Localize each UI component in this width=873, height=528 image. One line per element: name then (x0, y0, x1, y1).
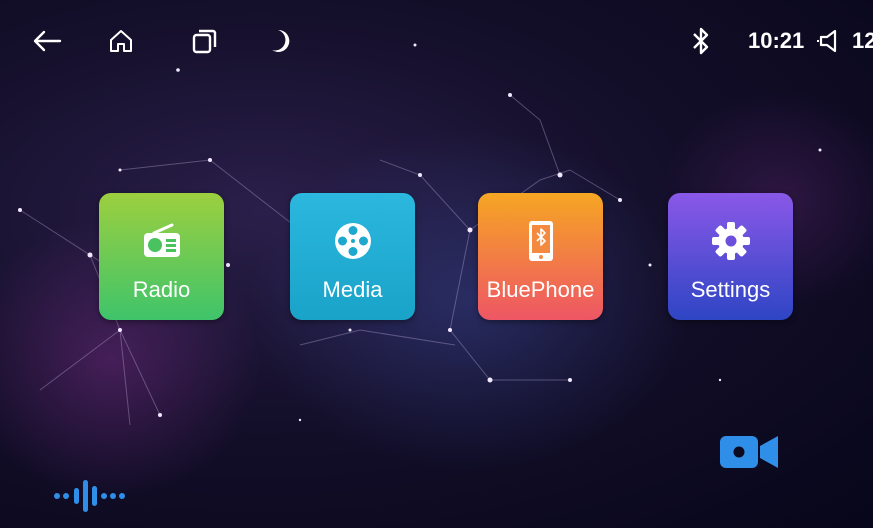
bluetooth-phone-icon (519, 219, 563, 263)
camera-icon[interactable] (718, 430, 782, 474)
volume-icon[interactable] (814, 24, 848, 58)
back-arrow-icon[interactable] (30, 24, 64, 58)
bluetooth-icon (684, 24, 718, 58)
night-mode-icon[interactable] (264, 24, 298, 58)
app-label-media: Media (322, 277, 383, 302)
voice-assistant-icon[interactable] (52, 478, 152, 514)
app-tile-media[interactable]: Media (290, 193, 415, 320)
app-label-settings: Settings (690, 277, 771, 302)
radio-icon (140, 219, 184, 263)
home-icon[interactable] (104, 24, 138, 58)
status-bar: 10:21 12 (0, 0, 873, 80)
app-label-bluephone: BluePhone (486, 277, 595, 302)
app-tile-bluephone[interactable]: BluePhone (478, 193, 603, 320)
film-reel-icon (331, 219, 375, 263)
app-label-radio: Radio (132, 277, 191, 302)
clock-time: 10:21 (748, 28, 805, 53)
gear-icon (709, 219, 753, 263)
recent-apps-icon[interactable] (188, 24, 222, 58)
volume-level: 12 (852, 28, 873, 53)
app-tile-radio[interactable]: Radio (99, 193, 224, 320)
app-tile-settings[interactable]: Settings (668, 193, 793, 320)
